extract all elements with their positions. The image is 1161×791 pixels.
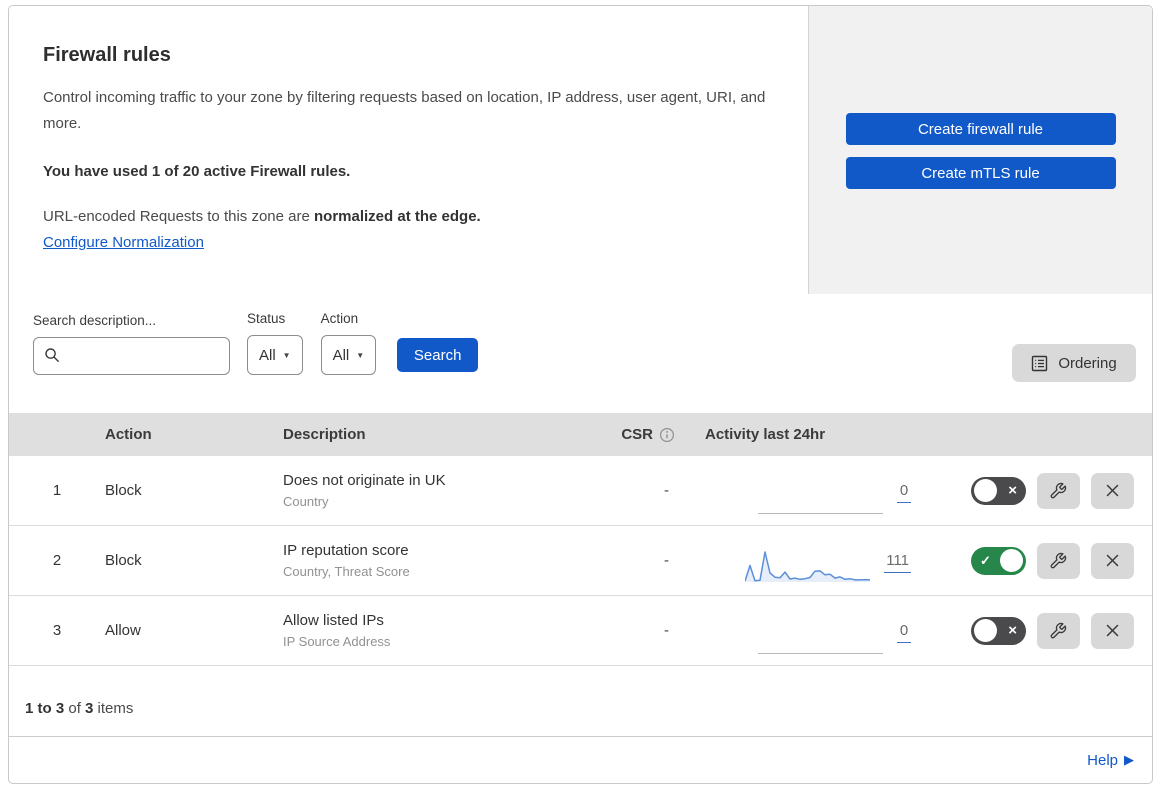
filter-bar: Search description... Status All ▼ Actio…	[9, 294, 1152, 413]
table-header: Action Description CSR Activity last 24h…	[9, 413, 1152, 456]
summary-range: 1 to 3	[25, 700, 65, 717]
search-description-input[interactable]	[33, 337, 230, 375]
delete-rule-button[interactable]	[1090, 612, 1134, 649]
rule-description: Allow listed IPs	[283, 612, 384, 629]
action-dropdown[interactable]: All ▼	[320, 335, 377, 375]
rule-csr: -	[664, 622, 669, 639]
toggle-knob	[974, 479, 997, 502]
activity-count-link[interactable]: 111	[884, 552, 911, 573]
create-firewall-rule-button[interactable]: Create firewall rule	[845, 113, 1116, 145]
rule-fields: IP Source Address	[283, 634, 391, 649]
rule-priority: 1	[52, 482, 62, 499]
column-header-csr: CSR	[621, 426, 653, 443]
page-title: Firewall rules	[43, 44, 171, 66]
status-dropdown-value: All	[259, 346, 276, 364]
action-dropdown-value: All	[332, 346, 350, 364]
ordering-list-icon	[1031, 355, 1048, 372]
close-icon	[1104, 552, 1121, 569]
activity-count-link[interactable]: 0	[897, 622, 911, 643]
pagination-summary: 1 to 3 of 3 items	[9, 666, 1152, 737]
rule-enable-toggle[interactable]: ✓	[971, 546, 1026, 575]
help-link[interactable]: Help ▶	[1087, 752, 1134, 769]
info-icon[interactable]	[659, 427, 675, 443]
status-dropdown[interactable]: All ▼	[247, 335, 303, 375]
rule-csr: -	[664, 482, 669, 499]
close-icon	[1104, 482, 1121, 499]
summary-items: items	[93, 700, 134, 717]
table-row: 2 Block IP reputation score Country, Thr…	[9, 526, 1152, 596]
toggle-knob	[974, 619, 997, 642]
normalization-text: URL-encoded Requests to this zone are	[43, 208, 314, 225]
rule-description: Does not originate in UK	[283, 472, 446, 489]
search-icon	[44, 347, 60, 363]
toggle-state-icon: ×	[1008, 621, 1017, 639]
chevron-down-icon: ▼	[356, 350, 365, 360]
search-group: Search description...	[33, 313, 230, 375]
status-label: Status	[247, 311, 286, 326]
rule-enable-toggle[interactable]: ×	[971, 476, 1026, 505]
table-row: 3 Allow Allow listed IPs IP Source Addre…	[9, 596, 1152, 666]
normalization-bold: normalized at the edge.	[314, 208, 481, 225]
help-arrow-icon: ▶	[1124, 752, 1134, 767]
table-row: 1 Block Does not originate in UK Country…	[9, 456, 1152, 526]
edit-rule-button[interactable]	[1036, 542, 1080, 579]
rule-action: Allow	[105, 622, 141, 639]
wrench-icon	[1049, 552, 1067, 570]
header-section: Firewall rules Control incoming traffic …	[9, 6, 1152, 294]
rule-action: Block	[105, 482, 142, 499]
toggle-knob	[1000, 549, 1023, 572]
header-text-panel: Firewall rules Control incoming traffic …	[9, 6, 808, 294]
status-filter-group: Status All ▼	[247, 311, 303, 375]
rule-csr: -	[664, 552, 669, 569]
delete-rule-button[interactable]	[1090, 472, 1134, 509]
page-description: Control incoming traffic to your zone by…	[43, 89, 766, 132]
activity-sparkline-flat	[758, 478, 883, 514]
ordering-button-label: Ordering	[1058, 354, 1117, 372]
rule-enable-toggle[interactable]: ×	[971, 616, 1026, 645]
chevron-down-icon: ▼	[282, 350, 291, 360]
help-bar: Help ▶	[9, 737, 1152, 783]
activity-sparkline-chart	[745, 548, 871, 584]
firewall-rules-card: Firewall rules Control incoming traffic …	[8, 5, 1153, 784]
close-icon	[1104, 622, 1121, 639]
wrench-icon	[1049, 482, 1067, 500]
rule-priority: 2	[52, 552, 62, 569]
help-link-label: Help	[1087, 751, 1118, 769]
summary-of: of	[64, 700, 86, 717]
rule-description: IP reputation score	[283, 542, 409, 559]
actions-panel: Create firewall rule Create mTLS rule	[808, 6, 1152, 294]
action-filter-group: Action All ▼	[320, 311, 377, 375]
ordering-button[interactable]: Ordering	[1012, 344, 1136, 382]
delete-rule-button[interactable]	[1090, 542, 1134, 579]
column-header-action: Action	[105, 426, 152, 443]
edit-rule-button[interactable]	[1036, 612, 1080, 649]
rule-priority: 3	[52, 622, 62, 639]
action-label: Action	[320, 311, 359, 326]
create-mtls-rule-button[interactable]: Create mTLS rule	[845, 157, 1116, 189]
edit-rule-button[interactable]	[1036, 472, 1080, 509]
activity-count-link[interactable]: 0	[897, 482, 911, 503]
toggle-state-icon: ×	[1008, 481, 1017, 499]
configure-normalization-link[interactable]: Configure Normalization	[43, 234, 204, 251]
wrench-icon	[1049, 622, 1067, 640]
activity-sparkline-flat	[758, 618, 883, 654]
usage-line: You have used 1 of 20 active Firewall ru…	[43, 163, 351, 180]
rule-fields: Country, Threat Score	[283, 564, 410, 579]
column-header-description: Description	[283, 426, 366, 443]
search-button[interactable]: Search	[397, 338, 479, 372]
column-header-activity: Activity last 24hr	[705, 426, 826, 443]
normalization-line: URL-encoded Requests to this zone are no…	[43, 208, 768, 225]
rule-action: Block	[105, 552, 142, 569]
toggle-state-icon: ✓	[980, 552, 991, 568]
search-label: Search description...	[33, 313, 157, 328]
rule-fields: Country	[283, 494, 329, 509]
